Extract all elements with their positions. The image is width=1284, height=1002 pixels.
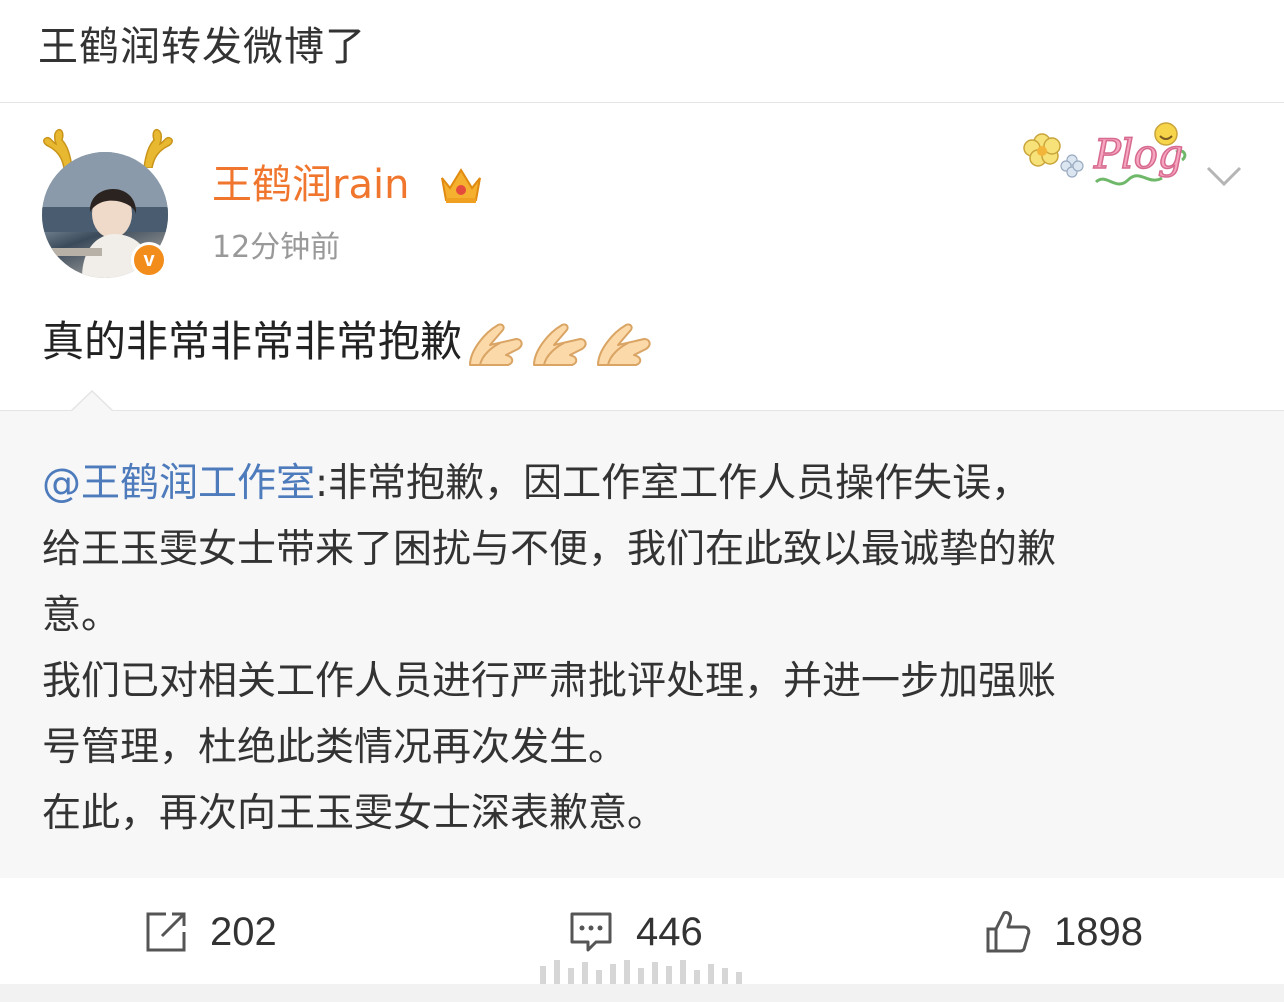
comment-button[interactable]: 446: [568, 902, 703, 962]
crown-icon: [441, 168, 481, 203]
folded-hands-emoji: [533, 323, 587, 366]
retweet-line: 给王玉雯女士带来了困扰与不便，我们在此致以最诚挚的歉: [42, 527, 1057, 572]
chevron-down-icon[interactable]: [1204, 164, 1244, 188]
retweet-line: 我们已对相关工作人员进行严肃批评处理，并进一步加强账: [42, 659, 1057, 704]
page-header: 王鹤润转发微博了: [0, 0, 1284, 103]
folded-hands-emoji: [469, 323, 523, 366]
retweet-line: 意。: [42, 593, 121, 638]
post-text: 真的非常非常非常抱歉: [42, 317, 463, 366]
emoji-row: [462, 317, 654, 366]
repost-count: 202: [210, 909, 277, 954]
retweet-line: @王鹤润工作室:非常抱歉，因工作室工作人员操作失误，: [42, 451, 1242, 517]
comment-icon: [570, 912, 612, 952]
avatar-group[interactable]: v: [38, 128, 178, 278]
post-time: 12分钟前: [212, 230, 341, 265]
thumbs-up-icon: [986, 911, 1031, 953]
weibo-post: v 王鹤润rain 12分钟前 Plog 真的非常非常非常抱歉: [0, 104, 1284, 410]
repost-icon: [146, 912, 186, 952]
page-title: 王鹤润转发微博了: [38, 24, 366, 70]
comment-count: 446: [636, 909, 703, 954]
mention-link[interactable]: @王鹤润工作室: [42, 461, 315, 506]
bottom-divider: [0, 984, 1284, 1002]
retweet-text: @王鹤润工作室:非常抱歉，因工作室工作人员操作失误， 给王玉雯女士带来了困扰与不…: [42, 451, 1242, 847]
retweet-line-text: :非常抱歉，因工作室工作人员操作失误，: [315, 461, 1031, 506]
watermark-graphic: [540, 960, 742, 984]
folded-hands-emoji: [597, 323, 651, 366]
like-button[interactable]: 1898: [984, 902, 1143, 962]
plog-sticker-icon: Plog: [1023, 122, 1187, 186]
repost-button[interactable]: 202: [144, 902, 277, 962]
retweet-line: 号管理，杜绝此类情况再次发生。: [42, 725, 628, 770]
retweet-box[interactable]: @王鹤润工作室:非常抱歉，因工作室工作人员操作失误， 给王玉雯女士带来了困扰与不…: [0, 389, 1284, 878]
post-content: 真的非常非常非常抱歉: [42, 314, 654, 370]
retweet-notch: [70, 389, 114, 413]
retweet-line: 在此，再次向王玉雯女士深表歉意。: [42, 791, 667, 836]
like-count: 1898: [1054, 909, 1143, 954]
username[interactable]: 王鹤润rain: [212, 160, 409, 210]
plog-sticker-text: Plog: [1093, 132, 1183, 178]
verified-badge-icon: v: [131, 242, 167, 278]
